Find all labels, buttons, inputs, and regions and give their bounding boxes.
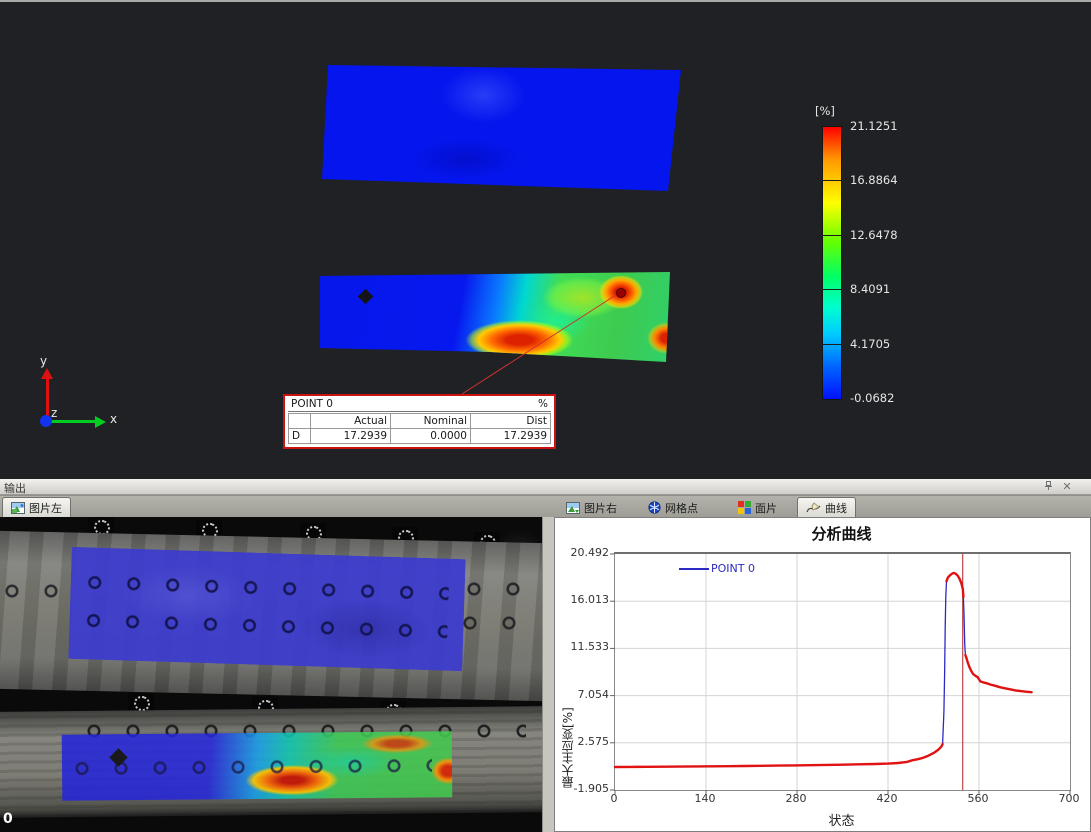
image-icon <box>11 502 25 514</box>
pin-icon[interactable] <box>1041 480 1055 493</box>
specimen-top-strain-surface <box>322 63 681 191</box>
colorbar-tick-label: 16.8864 <box>850 173 920 187</box>
z-axis-label: z <box>51 406 57 420</box>
application-window: y x z [%] 21.1251 16.8864 12.6478 8.4091… <box>0 0 1091 832</box>
colorbar-tick-label: 8.4091 <box>850 282 920 296</box>
tab-grid-points[interactable]: 网格点 <box>640 497 706 518</box>
marker-ring-row <box>4 583 62 599</box>
annotation-actual-value: 17.2939 <box>311 429 391 444</box>
coordinate-triad: y x z <box>30 360 130 432</box>
bottom-tab-row: 图片左 图片右 网格点 面片 曲线 <box>0 495 1091 517</box>
y-tick-label: 11.533 <box>555 640 609 653</box>
tab-image-right-label: 图片右 <box>584 500 617 516</box>
annotation-dist-value: 17.2939 <box>471 429 551 444</box>
colorbar-gradient[interactable] <box>822 126 842 400</box>
tab-facets[interactable]: 面片 <box>730 497 785 518</box>
chart-area: 分析曲线 最大主应变[%] 状态 POINT 0 20.492 16.013 11.… <box>555 518 1091 832</box>
panel-splitter[interactable] <box>542 517 554 832</box>
y-tick-label: 16.013 <box>555 593 609 606</box>
y-tick-label: 7.054 <box>555 688 609 701</box>
y-axis-arrowhead <box>41 368 53 379</box>
x-tick-label: 280 <box>774 792 818 805</box>
colorbar-tickmark <box>822 289 842 290</box>
facets-icon <box>738 501 751 514</box>
annotation-corner-cell <box>289 414 311 429</box>
x-tick-label: 560 <box>956 792 1000 805</box>
y-axis-label: y <box>40 354 47 368</box>
y-tick-label: 2.575 <box>555 735 609 748</box>
close-icon[interactable]: ✕ <box>1060 480 1074 493</box>
colorbar-tickmark <box>822 235 842 236</box>
x-tick-label: 700 <box>1047 792 1091 805</box>
chart-title: 分析曲线 <box>614 523 1069 544</box>
output-panel-title: 输出 <box>4 480 26 496</box>
y-tick-label: 20.492 <box>555 546 609 559</box>
tab-curve-label: 曲线 <box>825 500 847 516</box>
x-tick-label: 0 <box>592 792 636 805</box>
chart-y-axis-title: 最大主应变[%] <box>559 552 576 788</box>
annotation-title: POINT 0 <box>291 398 333 410</box>
marker-ring-row <box>86 574 449 601</box>
marker-ring-row <box>462 615 538 631</box>
chart-x-axis-title: 状态 <box>614 810 1069 829</box>
tab-image-right[interactable]: 图片右 <box>558 497 625 518</box>
annotation-col-nominal: Nominal <box>391 414 471 429</box>
tab-facets-label: 面片 <box>755 500 777 516</box>
tab-curve[interactable]: 曲线 <box>797 497 856 518</box>
chart-legend: POINT 0 <box>679 562 755 575</box>
annotation-col-dist: Dist <box>471 414 551 429</box>
x-tick-label: 140 <box>683 792 727 805</box>
colorbar-tick-label: 12.6478 <box>850 228 920 242</box>
x-axis-label: x <box>110 412 117 426</box>
strain-colorbar: [%] 21.1251 16.8864 12.6478 8.4091 4.170… <box>812 104 932 409</box>
annotation-nominal-value: 0.0000 <box>391 429 471 444</box>
camera-image-left-view[interactable]: 0 <box>0 517 542 832</box>
point0-annotation-table[interactable]: POINT 0 % Actual Nominal Dist D 17.2939 … <box>283 394 556 449</box>
curve-plot-svg <box>615 554 1070 790</box>
grid-points-icon <box>648 501 661 514</box>
dic-overlay-lower <box>62 731 453 800</box>
x-axis-arrow <box>50 420 96 423</box>
colorbar-unit-label: [%] <box>815 104 835 118</box>
tab-image-left-label: 图片左 <box>29 500 62 516</box>
output-panel-titlebar: 输出 ✕ <box>0 479 1091 495</box>
analysis-curve-panel: 分析曲线 最大主应变[%] 状态 POINT 0 20.492 16.013 11.… <box>554 517 1091 832</box>
colorbar-tickmark <box>822 180 842 181</box>
colorbar-tick-label: 4.1705 <box>850 337 920 351</box>
colorbar-tick-label: 21.1251 <box>850 119 920 133</box>
colorbar-tickmark <box>822 344 842 345</box>
legend-line-swatch <box>679 568 709 570</box>
legend-series-label: POINT 0 <box>711 562 755 575</box>
point0-marker[interactable] <box>616 288 626 298</box>
specimen-bottom-strain-surface <box>320 270 670 362</box>
annotation-values-table: Actual Nominal Dist D 17.2939 0.0000 17.… <box>288 413 551 444</box>
annotation-unit: % <box>538 398 548 410</box>
viewport-3d[interactable]: y x z [%] 21.1251 16.8864 12.6478 8.4091… <box>0 2 1091 479</box>
frame-number-label: 0 <box>3 811 13 827</box>
colorbar-tick-label: -0.0682 <box>850 391 920 405</box>
marker-ring-row <box>466 581 538 597</box>
tab-image-left[interactable]: 图片左 <box>2 497 71 518</box>
plot-area[interactable] <box>614 552 1071 791</box>
marker-ring-row <box>74 758 433 777</box>
x-axis-arrowhead <box>95 416 106 428</box>
x-tick-label: 420 <box>865 792 909 805</box>
annotation-row-label: D <box>289 429 311 444</box>
curve-icon <box>806 502 821 514</box>
dic-overlay-upper <box>68 547 465 671</box>
marker-ring-row <box>85 612 448 639</box>
annotation-col-actual: Actual <box>311 414 391 429</box>
image-right-icon <box>566 502 580 514</box>
tab-grid-points-label: 网格点 <box>665 500 698 516</box>
